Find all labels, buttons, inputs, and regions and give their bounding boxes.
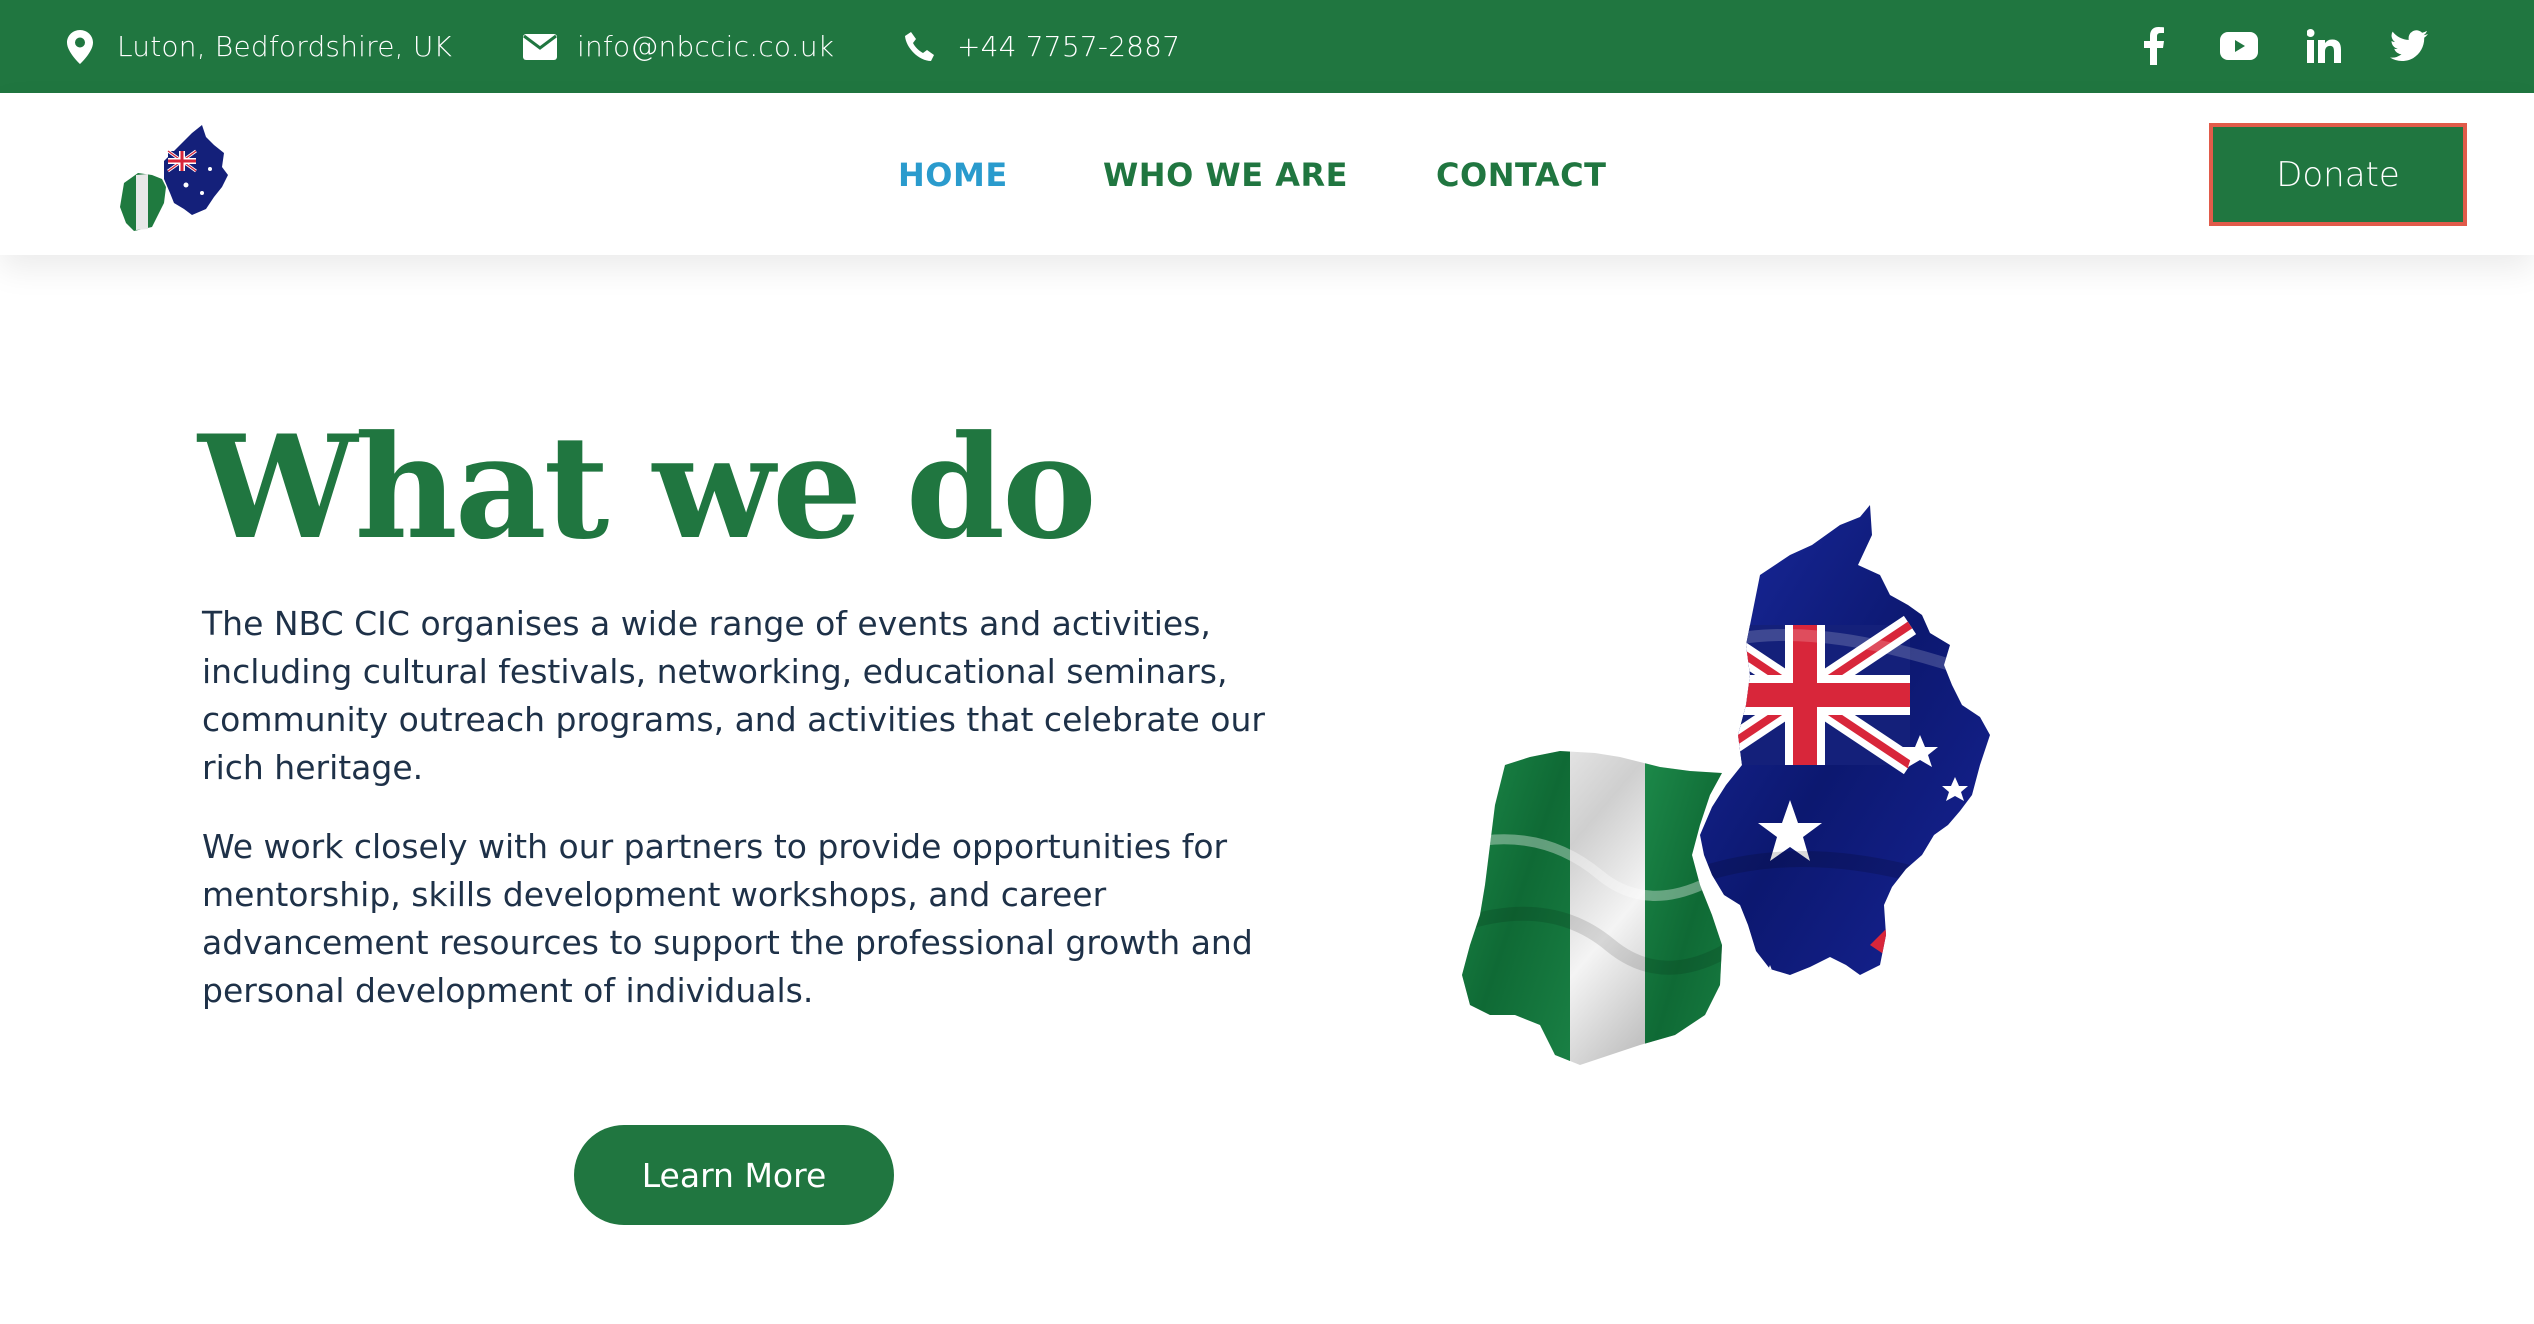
location-info: Luton, Bedfordshire, UK bbox=[63, 0, 452, 93]
email-info[interactable]: info@nbccic.co.uk bbox=[523, 0, 834, 93]
linkedin-icon[interactable] bbox=[2304, 26, 2344, 66]
top-bar: Luton, Bedfordshire, UK info@nbccic.co.u… bbox=[0, 0, 2534, 93]
location-text: Luton, Bedfordshire, UK bbox=[117, 30, 453, 63]
main-nav: HOME WHO WE ARE CONTACT bbox=[0, 93, 2534, 255]
envelope-icon bbox=[523, 30, 557, 64]
map-pin-icon bbox=[63, 29, 97, 64]
phone-info[interactable]: +44 7757-2887 bbox=[903, 0, 1180, 93]
site-header: HOME WHO WE ARE CONTACT Donate bbox=[0, 93, 2534, 255]
facebook-icon[interactable] bbox=[2134, 26, 2174, 66]
nav-item-who-we-are[interactable]: WHO WE ARE bbox=[1103, 156, 1348, 194]
phone-link[interactable]: +44 7757-2887 bbox=[957, 30, 1180, 63]
twitter-icon[interactable] bbox=[2389, 26, 2429, 66]
phone-icon bbox=[903, 30, 937, 64]
flag-map-illustration bbox=[1460, 495, 2140, 1145]
donate-button[interactable]: Donate bbox=[2209, 123, 2467, 226]
learn-more-button[interactable]: Learn More bbox=[574, 1125, 894, 1225]
youtube-icon[interactable] bbox=[2219, 26, 2259, 66]
nav-item-home[interactable]: HOME bbox=[898, 156, 1008, 194]
email-link[interactable]: info@nbccic.co.uk bbox=[577, 30, 834, 63]
nav-item-contact[interactable]: CONTACT bbox=[1436, 156, 1606, 194]
partners-paragraph: We work closely with our partners to pro… bbox=[202, 827, 1253, 1010]
page-title: What we do bbox=[198, 405, 1097, 571]
intro-paragraph: The NBC CIC organises a wide range of ev… bbox=[202, 604, 1265, 787]
